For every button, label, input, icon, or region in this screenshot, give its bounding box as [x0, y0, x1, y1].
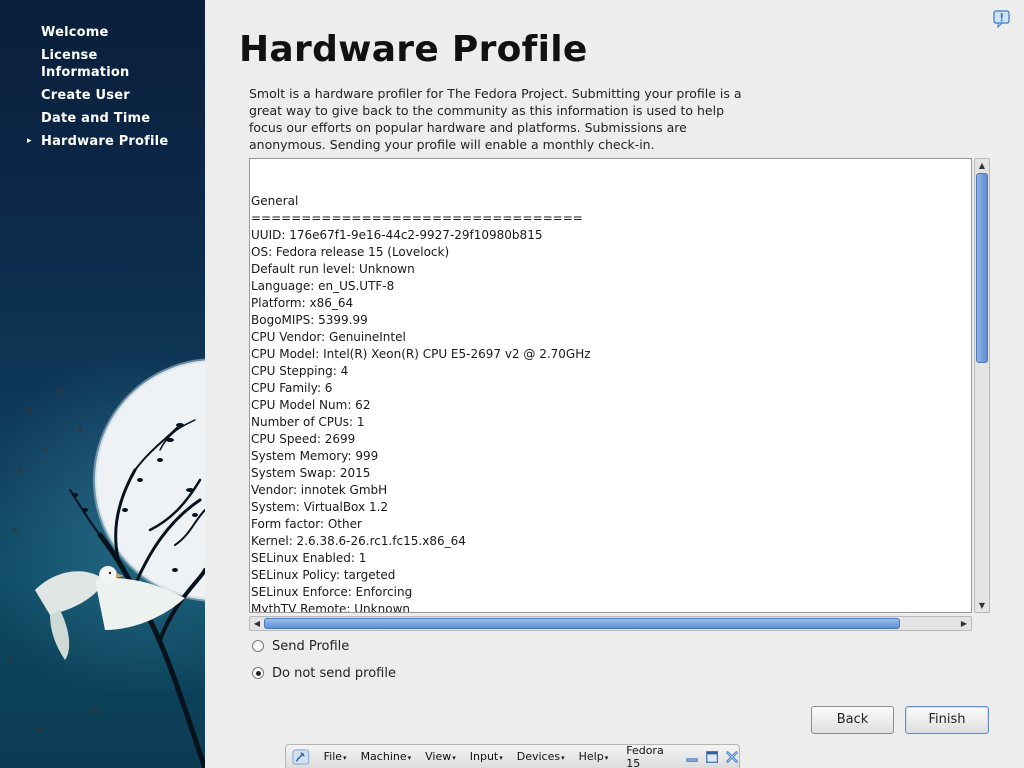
vertical-scrollbar[interactable]: ▲ ▼ [974, 158, 990, 613]
scroll-left-icon[interactable]: ◀ [250, 617, 264, 630]
profile-line: Number of CPUs: 1 [251, 415, 365, 429]
sidebar-item-hardware-profile: ▸ Hardware Profile [0, 133, 205, 150]
do-not-send-profile-option[interactable]: Do not send profile [252, 665, 396, 681]
intro-text: Smolt is a hardware profiler for The Fed… [249, 86, 742, 152]
vbox-menu-help[interactable]: Help [579, 750, 609, 763]
sidebar-item-date-and-time: Date and Time [0, 110, 205, 127]
vertical-scroll-thumb[interactable] [976, 173, 988, 363]
sidebar: Welcome License Information Create User … [0, 0, 205, 768]
profile-line: BogoMIPS: 5399.99 [251, 313, 368, 327]
profile-line: Language: en_US.UTF-8 [251, 279, 395, 293]
profile-line: CPU Speed: 2699 [251, 432, 356, 446]
profile-line: Form factor: Other [251, 517, 362, 531]
vbox-menu-machine[interactable]: Machine [361, 750, 412, 763]
vbox-menu-view[interactable]: View [425, 750, 456, 763]
do-not-send-profile-radio[interactable] [252, 667, 264, 679]
close-icon[interactable] [725, 750, 739, 764]
profile-line: Platform: x86_64 [251, 296, 354, 310]
vbox-menu-input[interactable]: Input [470, 750, 503, 763]
sidebar-item-label: Date and Time [41, 111, 151, 126]
vbox-vm-name: Fedora 15 [626, 743, 664, 768]
profile-line: CPU Vendor: GenuineIntel [251, 330, 406, 344]
profile-line: CPU Model: Intel(R) Xeon(R) CPU E5-2697 … [251, 347, 591, 361]
profile-line: System Swap: 2015 [251, 466, 371, 480]
do-not-send-profile-label: Do not send profile [272, 665, 396, 681]
help-icon[interactable] [993, 10, 1011, 29]
profile-line: SELinux Enforce: Enforcing [251, 585, 413, 599]
profile-text-view[interactable]: General =================================… [249, 158, 972, 613]
profile-line: CPU Family: 6 [251, 381, 333, 395]
scroll-right-icon[interactable]: ▶ [957, 617, 971, 630]
sidebar-nav: Welcome License Information Create User … [0, 24, 205, 156]
restore-icon[interactable] [705, 750, 719, 764]
minimize-icon[interactable] [685, 750, 699, 764]
scroll-down-icon[interactable]: ▼ [975, 599, 989, 612]
send-profile-option[interactable]: Send Profile [252, 638, 349, 654]
send-profile-label: Send Profile [272, 638, 350, 654]
profile-line: Kernel: 2.6.38.6-26.rc1.fc15.x86_64 [251, 534, 466, 548]
profile-lines: General =================================… [250, 159, 971, 613]
profile-line: OS: Fedora release 15 (Lovelock) [251, 245, 450, 259]
sidebar-item-create-user: Create User [0, 87, 205, 104]
horizontal-scroll-thumb[interactable] [264, 618, 900, 629]
profile-line: Default run level: Unknown [251, 262, 415, 276]
profile-line: General [251, 194, 299, 208]
sidebar-item-label: License Information [41, 48, 130, 80]
scattered-leaves [8, 388, 97, 732]
page-title: Hardware Profile [239, 29, 588, 70]
sidebar-item-label: Create User [41, 88, 130, 103]
profile-line: SELinux Policy: targeted [251, 568, 396, 582]
profile-line: MythTV Remote: Unknown [251, 602, 410, 613]
profile-line: CPU Stepping: 4 [251, 364, 349, 378]
profile-line: System: VirtualBox 1.2 [251, 500, 389, 514]
sidebar-item-label: Welcome [41, 25, 109, 40]
moon [95, 360, 205, 600]
horizontal-scrollbar[interactable]: ◀ ▶ [249, 616, 972, 631]
profile-line: ================================= [251, 211, 583, 225]
sidebar-item-welcome: Welcome [0, 24, 205, 41]
profile-line: CPU Model Num: 62 [251, 398, 371, 412]
profile-line: UUID: 176e67f1-9e16-44c2-9927-29f10980b8… [251, 228, 543, 242]
profile-line: Vendor: innotek GmbH [251, 483, 388, 497]
profile-line: System Memory: 999 [251, 449, 379, 463]
moon-bird-illustration [8, 358, 205, 768]
vbox-menu-file[interactable]: File [324, 750, 347, 763]
sidebar-item-license-information: License Information [0, 47, 129, 81]
send-profile-radio[interactable] [252, 640, 264, 652]
back-button[interactable]: Back [811, 706, 894, 734]
finish-button[interactable]: Finish [905, 706, 989, 734]
pin-icon[interactable] [292, 748, 310, 766]
profile-line: SELinux Enabled: 1 [251, 551, 367, 565]
virtualbox-mini-toolbar: File Machine View Input Devices Help Fed… [285, 744, 740, 768]
scroll-up-icon[interactable]: ▲ [975, 159, 989, 172]
vbox-menu-devices[interactable]: Devices [517, 750, 565, 763]
sidebar-item-label: Hardware Profile [41, 134, 169, 149]
active-step-marker-icon: ▸ [27, 136, 32, 146]
